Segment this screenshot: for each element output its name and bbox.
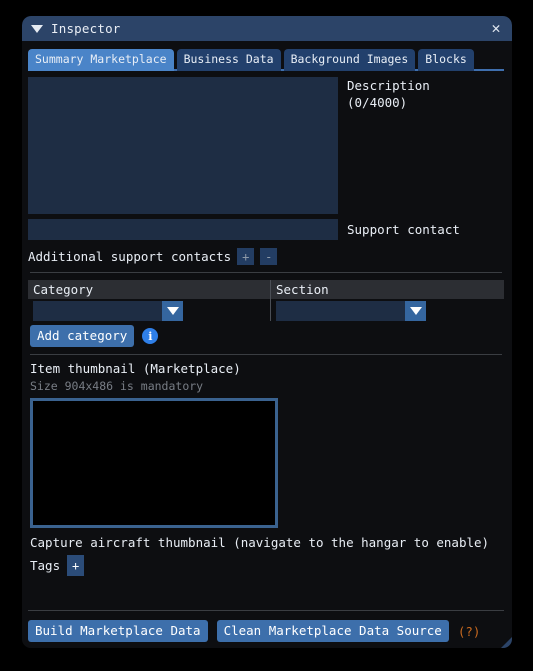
tab-business-data[interactable]: Business Data — [176, 49, 281, 71]
window-title: Inspector — [51, 21, 121, 36]
section-cell — [271, 299, 504, 321]
add-category-button[interactable]: Add category — [30, 325, 135, 347]
item-thumbnail-preview[interactable] — [30, 398, 278, 528]
info-icon[interactable]: i — [142, 328, 159, 344]
category-cell — [28, 299, 270, 321]
section-dropdown-value — [276, 301, 405, 321]
resize-handle[interactable] — [495, 637, 512, 648]
remove-support-contact-button[interactable]: - — [260, 248, 278, 265]
support-contact-input[interactable] — [28, 219, 338, 240]
category-dropdown-value — [33, 301, 162, 321]
description-row: Description (0/4000) — [28, 77, 504, 214]
window-titlebar[interactable]: Inspector ✕ — [22, 16, 512, 41]
add-category-row: Add category i — [28, 325, 504, 347]
category-section-table: Category Section — [28, 280, 504, 321]
build-marketplace-data-button[interactable]: Build Marketplace Data — [28, 620, 208, 642]
category-column: Category — [28, 280, 270, 321]
tab-blocks[interactable]: Blocks — [418, 49, 474, 71]
desktop-background: Inspector ✕ Summary Marketplace Business… — [0, 0, 533, 671]
footer-buttons: Build Marketplace Data Clean Marketplace… — [28, 620, 504, 642]
support-contact-label: Support contact — [347, 222, 460, 237]
category-dropdown[interactable] — [33, 301, 183, 321]
tags-row: Tags + — [28, 555, 504, 576]
description-textarea[interactable] — [28, 77, 338, 214]
add-tag-button[interactable]: + — [67, 555, 85, 576]
help-link[interactable]: (?) — [458, 624, 481, 639]
divider — [30, 354, 502, 355]
triangle-down-icon[interactable] — [31, 24, 43, 33]
tab-bar: Summary Marketplace Business Data Backgr… — [22, 47, 512, 71]
item-thumbnail-subtitle: Size 904x486 is mandatory — [30, 379, 204, 393]
section-header: Section — [271, 280, 504, 299]
footer-bar: Build Marketplace Data Clean Marketplace… — [28, 610, 504, 642]
capture-thumbnail-label: Capture aircraft thumbnail (navigate to … — [30, 535, 490, 550]
clean-marketplace-data-source-button[interactable]: Clean Marketplace Data Source — [216, 620, 449, 642]
tags-label: Tags — [30, 558, 61, 573]
chevron-down-icon[interactable] — [405, 301, 426, 321]
tab-summary-marketplace[interactable]: Summary Marketplace — [28, 49, 174, 71]
description-label: Description (0/4000) — [347, 78, 430, 110]
inspector-window: Inspector ✕ Summary Marketplace Business… — [22, 16, 512, 648]
additional-support-contacts-row: Additional support contacts + - — [28, 248, 504, 265]
window-body: Summary Marketplace Business Data Backgr… — [22, 47, 512, 648]
item-thumbnail-title: Item thumbnail (Marketplace) — [30, 361, 241, 376]
support-contact-row: Support contact — [28, 219, 504, 240]
section-column: Section — [270, 280, 504, 321]
additional-support-contacts-label: Additional support contacts — [28, 249, 232, 264]
chevron-down-icon[interactable] — [162, 301, 183, 321]
close-icon[interactable]: ✕ — [488, 21, 504, 36]
divider — [28, 610, 504, 611]
divider — [30, 272, 502, 273]
add-support-contact-button[interactable]: + — [237, 248, 255, 265]
tab-content-summary-marketplace: Description (0/4000) Support contact Add… — [22, 77, 512, 576]
tab-background-images[interactable]: Background Images — [283, 49, 416, 71]
section-dropdown[interactable] — [276, 301, 426, 321]
category-header: Category — [28, 280, 270, 299]
